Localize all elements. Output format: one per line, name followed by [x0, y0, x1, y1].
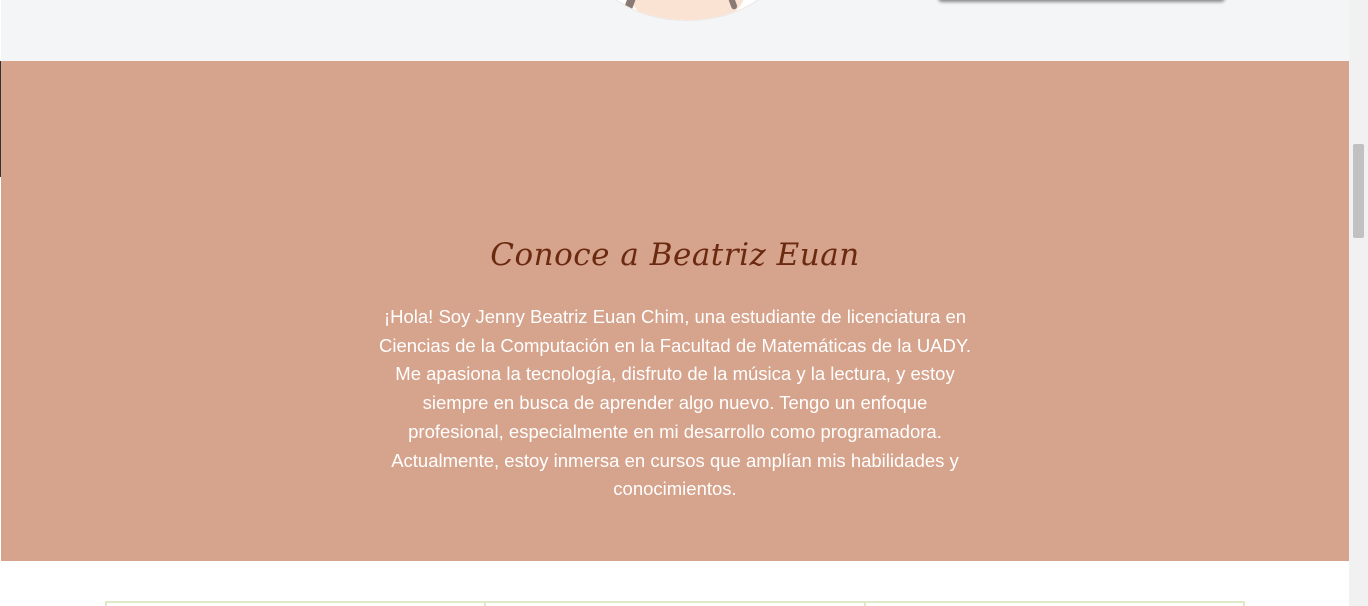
vertical-scrollbar[interactable] — [1349, 0, 1368, 606]
card-1[interactable] — [105, 601, 485, 606]
about-section: Conoce a Beatriz Euan ¡Hola! Soy Jenny B… — [1, 61, 1349, 561]
avatar — [587, 0, 787, 20]
browser-viewport: Conoce a Beatriz Euan ¡Hola! Soy Jenny B… — [0, 0, 1368, 606]
about-title: Conoce a Beatriz Euan — [490, 237, 860, 273]
card-row — [105, 601, 1245, 606]
card-2[interactable] — [484, 601, 864, 606]
cards-section — [1, 561, 1349, 606]
card-3[interactable] — [863, 601, 1245, 606]
about-paragraph: ¡Hola! Soy Jenny Beatriz Euan Chim, una … — [379, 306, 971, 500]
page: Conoce a Beatriz Euan ¡Hola! Soy Jenny B… — [0, 0, 1349, 606]
hero-section-bottom — [1, 0, 1349, 61]
scrollbar-thumb[interactable] — [1353, 144, 1364, 238]
